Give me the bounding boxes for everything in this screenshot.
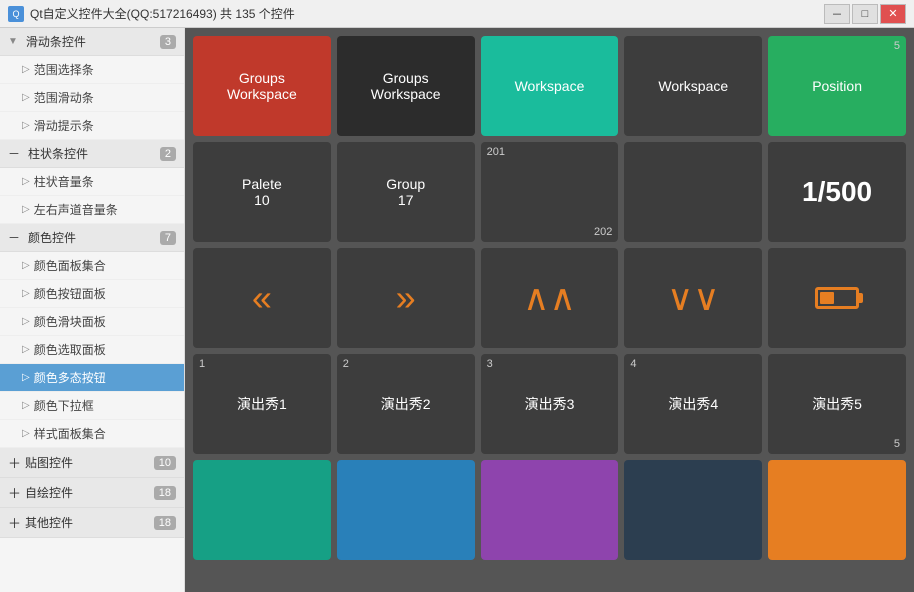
sidebar-item-range-slider[interactable]: ▷ 范围滑动条: [0, 84, 184, 112]
sidebar-group-draw[interactable]: ＋ 自绘控件 18: [0, 478, 184, 508]
arrow-icon: ▷: [22, 260, 30, 271]
chevron-double-up-icon: ∧∧: [523, 285, 576, 310]
corner-4: 4: [630, 358, 636, 370]
sidebar-item-color-multi-btn[interactable]: ▷ 颜色多态按钮: [0, 364, 184, 392]
tile-workspace-2[interactable]: Workspace: [624, 36, 762, 136]
tile-chevron-down[interactable]: ∨∨: [624, 248, 762, 348]
title-bar-left: Q Qt自定义控件大全(QQ:517216493) 共 135 个控件: [8, 5, 295, 22]
tile-show-1[interactable]: 1 演出秀1: [193, 354, 331, 454]
sidebar-group-texture[interactable]: ＋ 贴图控件 10: [0, 448, 184, 478]
minimize-button[interactable]: －: [824, 4, 850, 24]
tile-color-orange[interactable]: [768, 460, 906, 560]
right-panel: Groups Workspace Groups Workspace Worksp…: [185, 28, 914, 592]
arrow-icon: ▷: [22, 344, 30, 355]
large-text-value: 1/500: [802, 176, 872, 208]
tile-1-500[interactable]: 1/500: [768, 142, 906, 242]
tile-show-3[interactable]: 3 演出秀3: [481, 354, 619, 454]
corner-5: 5: [894, 438, 900, 450]
sidebar-item-color-slider-panel[interactable]: ▷ 颜色滑块面板: [0, 308, 184, 336]
sidebar-item-color-panel[interactable]: ▷ 颜色面板集合: [0, 252, 184, 280]
plus-icon: ＋: [8, 453, 21, 472]
minus-icon2: －: [8, 229, 20, 246]
tile-chevron-right[interactable]: »: [337, 248, 475, 348]
tile-201-202[interactable]: 201 202: [481, 142, 619, 242]
tile-color-blue[interactable]: [337, 460, 475, 560]
sidebar-item-range-select[interactable]: ▷ 范围选择条: [0, 56, 184, 84]
tile-show-5[interactable]: 5 演出秀5: [768, 354, 906, 454]
battery-fill: [820, 292, 834, 304]
sidebar-item-slider-tip[interactable]: ▷ 滑动提示条: [0, 112, 184, 140]
corner-2: 2: [343, 358, 349, 370]
plus-icon2: ＋: [8, 483, 21, 502]
tile-palete[interactable]: Palete10: [193, 142, 331, 242]
battery-body: [815, 287, 859, 309]
sidebar-group-other[interactable]: ＋ 其他控件 18: [0, 508, 184, 538]
arrow-icon: ▷: [22, 400, 30, 411]
sidebar-group-slider[interactable]: ▼ 滑动条控件 3: [0, 28, 184, 56]
battery-icon: [815, 287, 859, 309]
tile-color-navy[interactable]: [624, 460, 762, 560]
tile-color-purple[interactable]: [481, 460, 619, 560]
sidebar-item-lr-volume[interactable]: ▷ 左右声道音量条: [0, 196, 184, 224]
sidebar-item-bar-volume[interactable]: ▷ 柱状音量条: [0, 168, 184, 196]
arrow-icon: ▷: [22, 176, 30, 187]
tile-groups-workspace-1[interactable]: Groups Workspace: [193, 36, 331, 136]
tile-empty-1[interactable]: [624, 142, 762, 242]
sidebar-item-color-dropdown[interactable]: ▷ 颜色下拉框: [0, 392, 184, 420]
sidebar-group-color[interactable]: － 颜色控件 7: [0, 224, 184, 252]
tile-chevron-up[interactable]: ∧∧: [481, 248, 619, 348]
arrow-icon: ▷: [22, 372, 30, 383]
tile-group[interactable]: Group17: [337, 142, 475, 242]
tile-groups-workspace-2[interactable]: Groups Workspace: [337, 36, 475, 136]
corner-201: 201: [487, 146, 505, 158]
arrow-icon: ▼: [8, 36, 18, 47]
tile-workspace-1[interactable]: Workspace: [481, 36, 619, 136]
corner-202: 202: [594, 226, 612, 238]
tile-chevron-left[interactable]: «: [193, 248, 331, 348]
arrow-icon: ▷: [22, 288, 30, 299]
tile-show-4[interactable]: 4 演出秀4: [624, 354, 762, 454]
sidebar-item-color-btn-panel[interactable]: ▷ 颜色按钮面板: [0, 280, 184, 308]
chevron-double-down-icon: ∨∨: [667, 285, 720, 310]
widget-grid: Groups Workspace Groups Workspace Worksp…: [193, 36, 906, 560]
corner-label: 5: [894, 40, 900, 52]
sidebar-group-bar[interactable]: － 柱状条控件 2: [0, 140, 184, 168]
arrow-icon: ▷: [22, 428, 30, 439]
title-bar: Q Qt自定义控件大全(QQ:517216493) 共 135 个控件 － □ …: [0, 0, 914, 28]
chevron-double-left-icon: «: [252, 277, 272, 319]
close-button[interactable]: ✕: [880, 4, 906, 24]
title-text: Qt自定义控件大全(QQ:517216493) 共 135 个控件: [30, 5, 295, 22]
sidebar-item-color-pick-panel[interactable]: ▷ 颜色选取面板: [0, 336, 184, 364]
arrow-icon: ▷: [22, 92, 30, 103]
tile-battery[interactable]: [768, 248, 906, 348]
tile-color-teal[interactable]: [193, 460, 331, 560]
arrow-icon: ▷: [22, 64, 30, 75]
corner-3: 3: [487, 358, 493, 370]
sidebar-item-style-panel[interactable]: ▷ 样式面板集合: [0, 420, 184, 448]
arrow-icon: ▷: [22, 316, 30, 327]
tile-position[interactable]: 5 Position: [768, 36, 906, 136]
tile-show-2[interactable]: 2 演出秀2: [337, 354, 475, 454]
maximize-button[interactable]: □: [852, 4, 878, 24]
minus-icon: －: [8, 145, 20, 162]
main-content: ▼ 滑动条控件 3 ▷ 范围选择条 ▷ 范围滑动条 ▷ 滑动提示条 － 柱状条控…: [0, 28, 914, 592]
corner-1: 1: [199, 358, 205, 370]
arrow-icon: ▷: [22, 204, 30, 215]
arrow-icon: ▷: [22, 120, 30, 131]
sidebar: ▼ 滑动条控件 3 ▷ 范围选择条 ▷ 范围滑动条 ▷ 滑动提示条 － 柱状条控…: [0, 28, 185, 592]
window-controls[interactable]: － □ ✕: [824, 4, 906, 24]
app-icon: Q: [8, 6, 24, 22]
chevron-double-right-icon: »: [396, 277, 416, 319]
plus-icon3: ＋: [8, 513, 21, 532]
